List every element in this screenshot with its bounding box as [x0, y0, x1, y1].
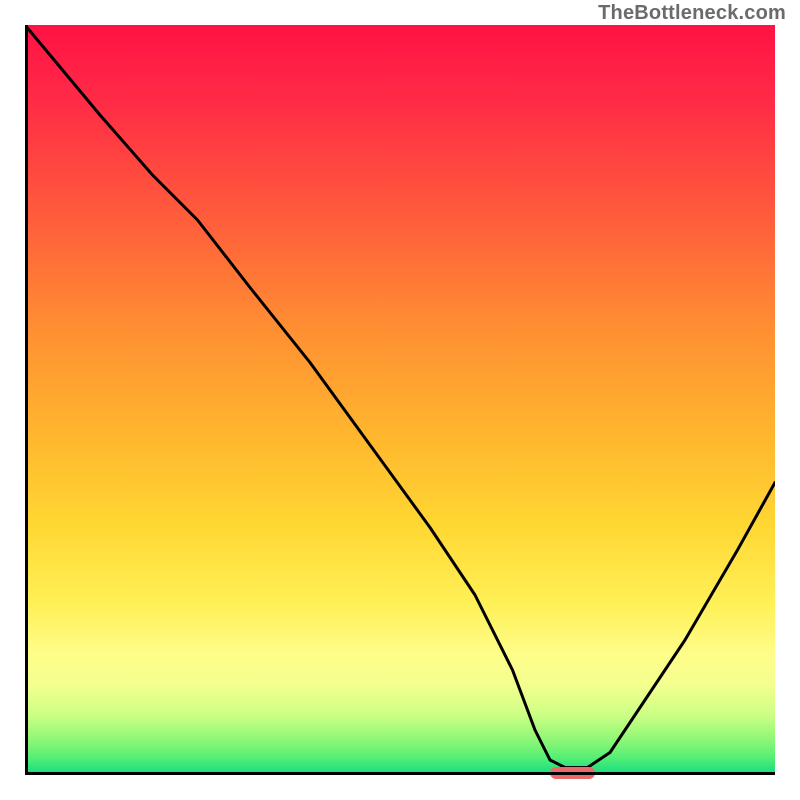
plot-area	[25, 25, 775, 775]
attribution-text: TheBottleneck.com	[598, 2, 786, 25]
bottleneck-curve	[25, 25, 775, 775]
bottleneck-curve-path	[25, 25, 775, 768]
chart-container: TheBottleneck.com	[0, 0, 800, 800]
optimal-range-marker	[550, 767, 595, 779]
